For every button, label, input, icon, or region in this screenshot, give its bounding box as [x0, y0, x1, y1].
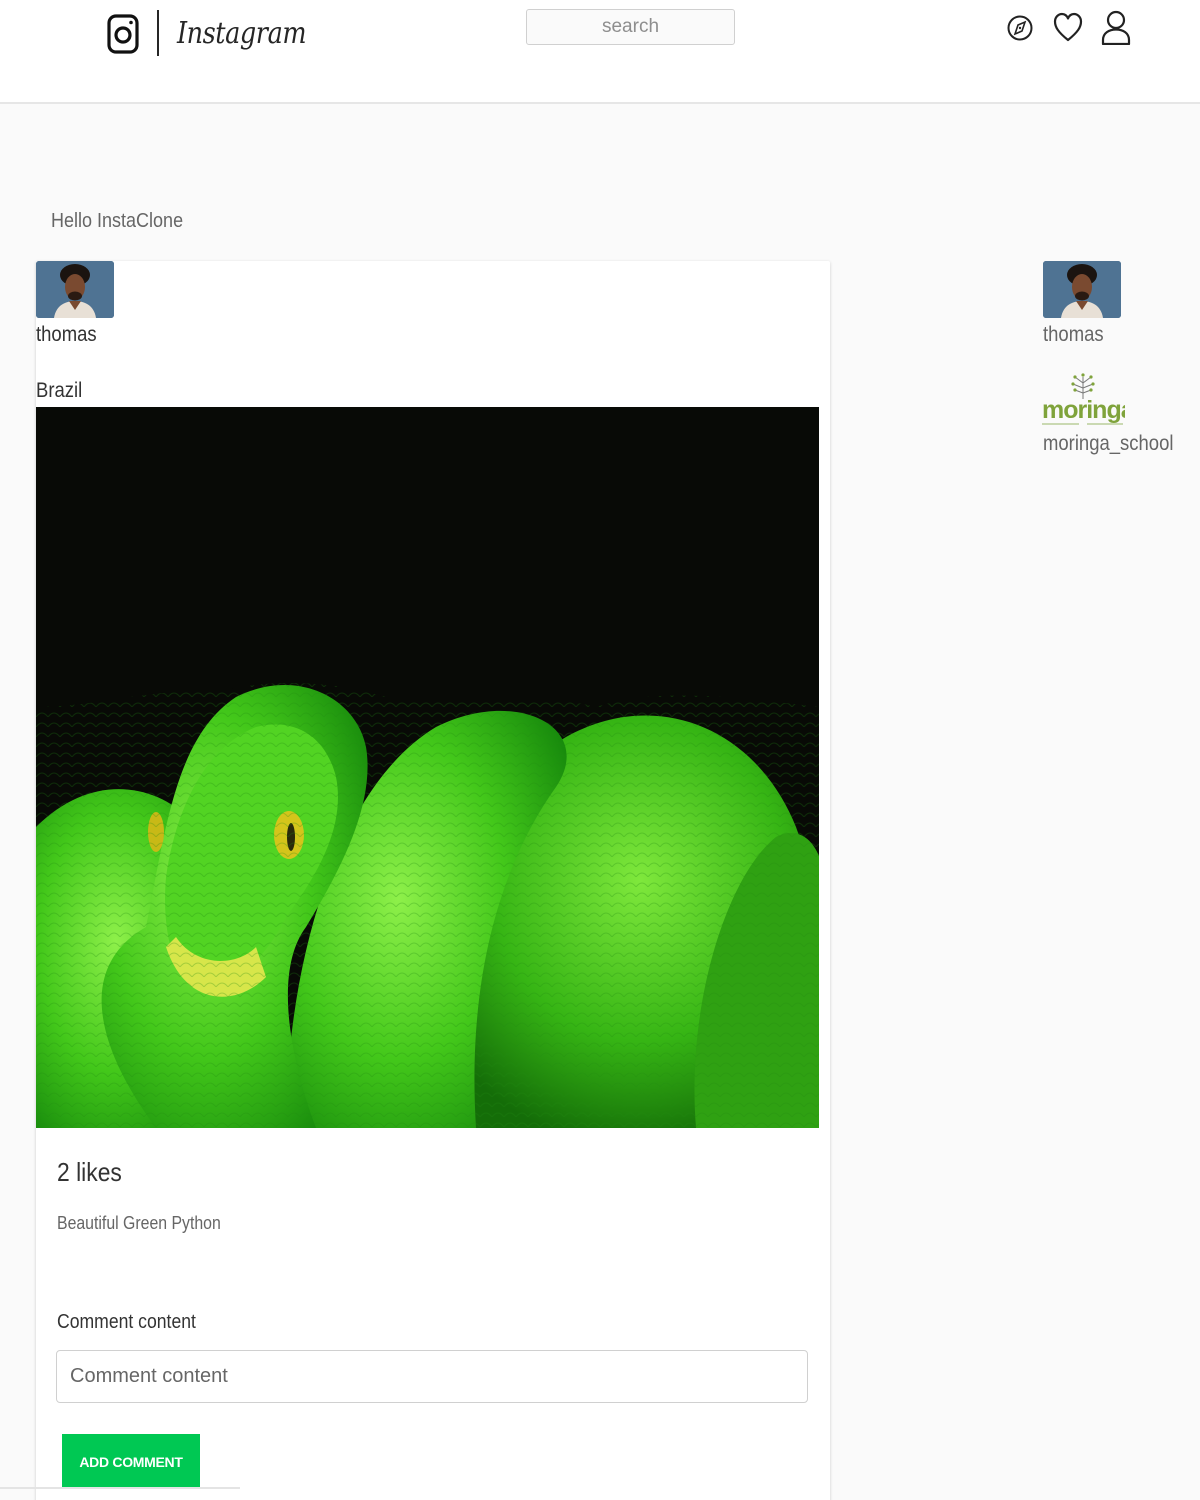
brand-divider [157, 10, 159, 56]
avatar-portrait-icon [1043, 261, 1121, 318]
profile-icon[interactable] [1099, 8, 1133, 46]
post-location: Brazil [36, 379, 83, 402]
likes-count: 2 likes [57, 1157, 122, 1187]
comment-label: Comment content [57, 1311, 196, 1333]
avatar-portrait-icon [36, 261, 114, 318]
instagram-glyph-icon [107, 14, 139, 54]
sidebar-username-thomas[interactable]: thomas [1043, 323, 1104, 347]
post-avatar[interactable] [36, 261, 114, 318]
compass-icon[interactable] [1003, 8, 1037, 46]
sidebar-avatar-thomas[interactable] [1043, 261, 1121, 318]
post-image[interactable] [36, 407, 819, 1128]
search-input[interactable] [526, 9, 735, 45]
moringa-logo[interactable]: moringa [1041, 373, 1137, 429]
sidebar-username-moringa[interactable]: moringa_school [1043, 432, 1173, 456]
top-navbar: Instagram [0, 0, 1200, 104]
green-python-image [36, 407, 819, 1128]
heart-icon[interactable] [1051, 8, 1085, 46]
post-username[interactable]: thomas [36, 323, 97, 347]
bottom-divider [0, 1487, 240, 1489]
brand-wordmark: Instagram [177, 15, 307, 51]
greeting-text: Hello InstaClone [51, 210, 184, 232]
nav-icon-group [1003, 8, 1133, 46]
post-card: thomas Brazil 2 likes Beautiful Green Py… [36, 261, 830, 1500]
moringa-logo-text: moringa [1042, 396, 1125, 424]
add-comment-button[interactable]: ADD COMMENT [62, 1434, 200, 1489]
post-caption: Beautiful Green Python [57, 1213, 221, 1233]
comment-input[interactable] [56, 1350, 808, 1403]
brand-logo[interactable]: Instagram [106, 10, 329, 56]
